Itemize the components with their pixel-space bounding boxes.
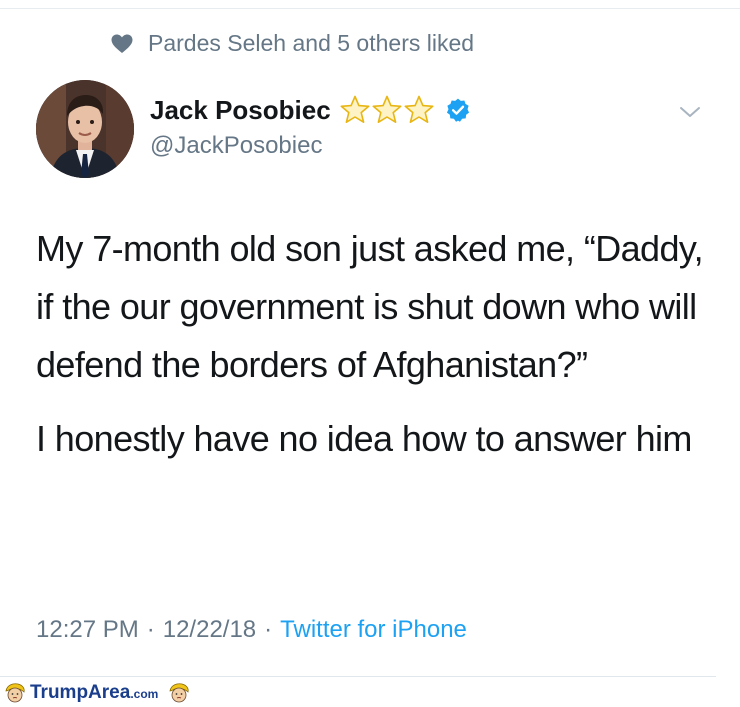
tweet-date[interactable]: 12/22/18 <box>163 616 256 644</box>
social-context[interactable]: Pardes Seleh and 5 others liked <box>110 30 474 57</box>
trump-face-icon <box>4 682 26 704</box>
top-divider <box>0 0 740 9</box>
tweet-meta: 12:27 PM · 12/22/18 · Twitter for iPhone <box>36 616 467 644</box>
social-context-text: Pardes Seleh and 5 others liked <box>148 30 475 56</box>
name-row: Jack Posobiec <box>150 94 471 126</box>
meta-separator: · <box>264 616 273 643</box>
tweet-screenshot: Pardes Seleh and 5 others liked Jack Pos <box>0 0 740 707</box>
chevron-down-icon[interactable] <box>678 104 702 125</box>
verified-icon <box>445 97 471 123</box>
watermark: TrumpArea.com <box>4 682 190 704</box>
star-icon <box>371 94 403 126</box>
watermark-brand-name: TrumpArea <box>30 682 131 703</box>
tweet-text: My 7-month old son just asked me, “Daddy… <box>36 220 716 468</box>
trump-face-icon <box>168 682 190 704</box>
watermark-brand[interactable]: TrumpArea.com <box>30 682 158 704</box>
avatar[interactable] <box>36 80 134 178</box>
star-icon <box>403 94 435 126</box>
heart-icon <box>110 32 134 56</box>
author-block: Jack Posobiec @JackPosobiec <box>150 94 471 160</box>
author-name[interactable]: Jack Posobiec <box>150 95 331 126</box>
tweet-time[interactable]: 12:27 PM <box>36 616 139 644</box>
tweet-source-link[interactable]: Twitter for iPhone <box>280 616 467 644</box>
author-handle[interactable]: @JackPosobiec <box>150 132 471 160</box>
star-badges <box>339 94 435 126</box>
star-icon <box>339 94 371 126</box>
tweet-paragraph-2: I honestly have no idea how to answer hi… <box>36 418 692 459</box>
bottom-divider <box>0 676 716 677</box>
watermark-suffix: .com <box>130 687 159 701</box>
tweet-paragraph-1: My 7-month old son just asked me, “Daddy… <box>36 228 704 385</box>
tweet-header: Jack Posobiec @JackPosobiec <box>36 80 710 180</box>
meta-separator: · <box>146 616 155 643</box>
